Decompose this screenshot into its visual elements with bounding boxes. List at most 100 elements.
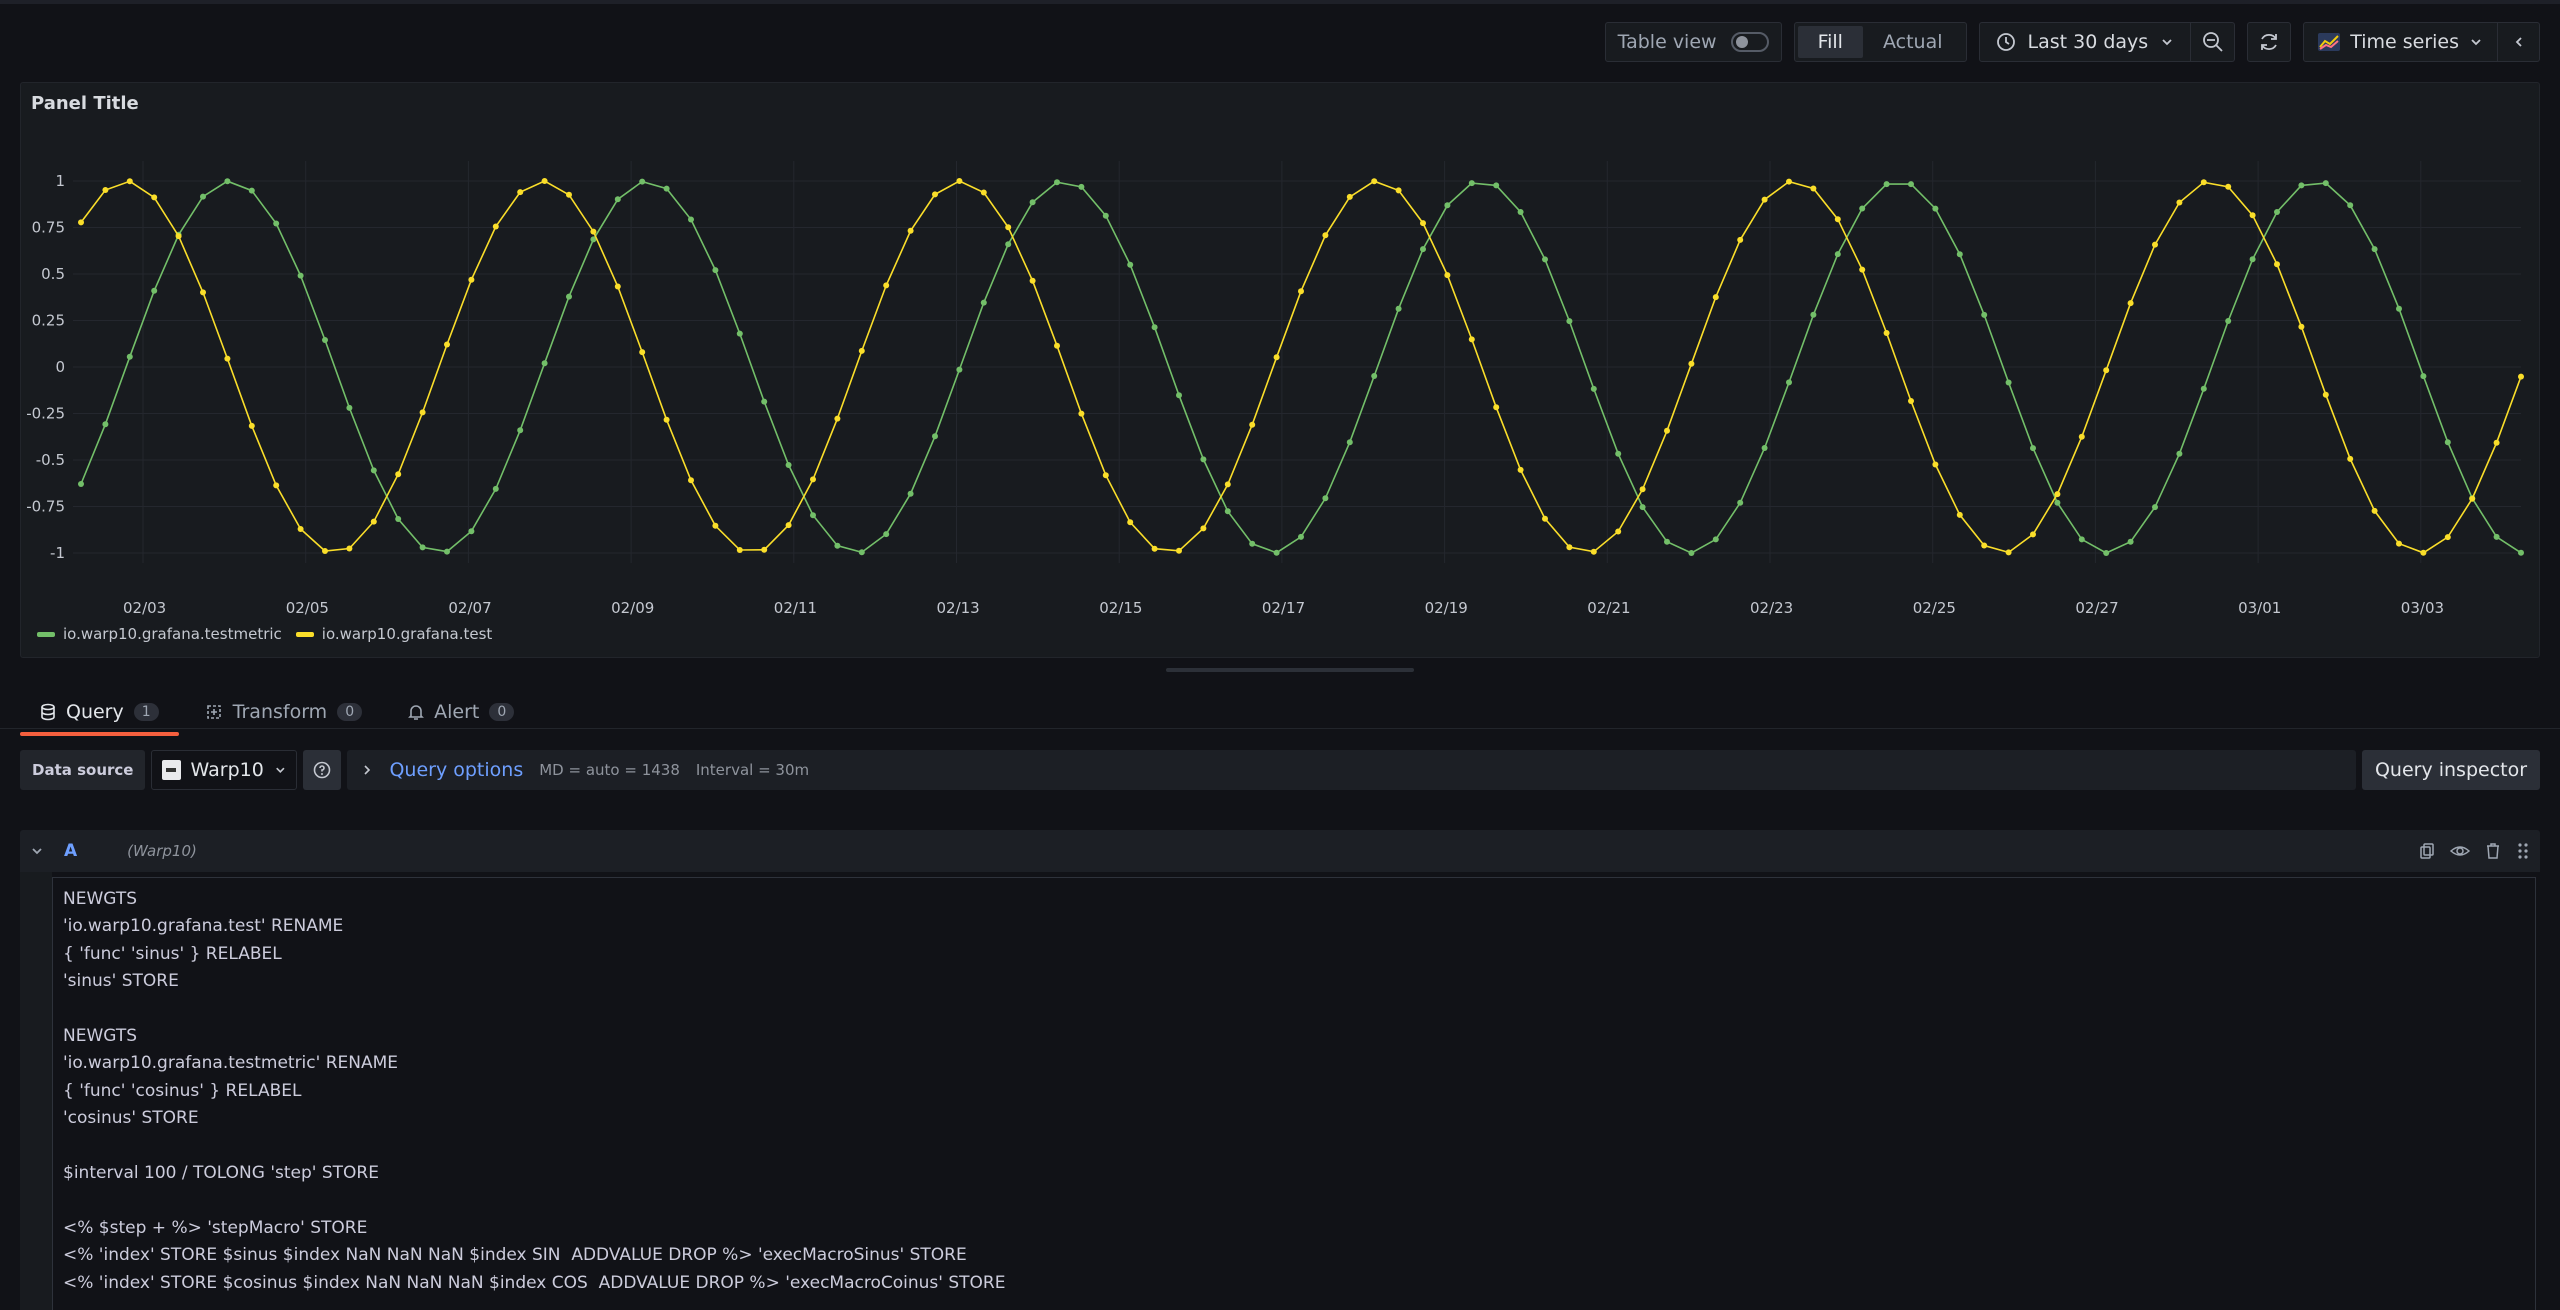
data-point — [1761, 196, 1768, 203]
query-inspector-button[interactable]: Query inspector — [2362, 750, 2540, 790]
eye-icon[interactable] — [2450, 842, 2470, 860]
data-point — [200, 289, 206, 296]
data-point — [444, 341, 450, 348]
x-tick-label: 02/27 — [2075, 599, 2118, 617]
data-point — [346, 545, 353, 552]
tab-alert[interactable]: Alert 0 — [408, 694, 534, 730]
query-options[interactable]: Query options MD = auto = 1438 Interval … — [347, 750, 2356, 790]
legend-item[interactable]: io.warp10.grafana.test — [295, 625, 492, 643]
data-point — [1273, 549, 1280, 556]
datasource-picker[interactable]: Warp10 — [151, 750, 298, 790]
data-point — [1322, 232, 1329, 239]
tab-transform[interactable]: Transform 0 — [205, 694, 382, 730]
query-options-label[interactable]: Query options — [389, 759, 523, 781]
data-point — [151, 287, 158, 294]
collapse-chevron-icon[interactable] — [30, 844, 44, 858]
x-tick-label: 02/03 — [123, 599, 166, 617]
data-point — [1176, 392, 1182, 399]
data-point — [2078, 536, 2085, 543]
data-point — [468, 276, 475, 283]
data-point — [1664, 427, 1670, 434]
data-point — [1078, 410, 1085, 417]
tab-query-label: Query — [66, 701, 124, 723]
data-point — [980, 299, 987, 306]
zoom-out-button[interactable] — [2191, 22, 2236, 62]
data-point — [956, 178, 963, 184]
query-ref-id[interactable]: A — [64, 841, 77, 861]
data-point — [541, 360, 548, 367]
warp10-logo-icon — [162, 760, 181, 780]
fill-option[interactable]: Fill — [1797, 26, 1863, 58]
data-point — [1029, 199, 1036, 206]
legend-item[interactable]: io.warp10.grafana.testmetric — [37, 625, 282, 643]
panel-resize-handle[interactable] — [1166, 668, 1414, 672]
x-tick-label: 02/13 — [937, 599, 980, 617]
data-point — [2420, 549, 2427, 556]
data-point — [1371, 178, 1378, 185]
time-range-picker[interactable]: Last 30 days — [1978, 22, 2192, 62]
data-point — [151, 194, 158, 201]
collapse-options-button[interactable] — [2498, 22, 2540, 62]
data-point — [1834, 216, 1841, 223]
data-point — [444, 548, 450, 555]
data-point — [1590, 385, 1597, 392]
actual-option[interactable]: Actual — [1863, 26, 1963, 58]
data-point — [1420, 220, 1426, 227]
query-editor[interactable]: NEWGTS 'io.warp10.grafana.test' RENAME { '… — [52, 877, 2536, 1310]
time-series-chart[interactable]: 1 0.75 0.5 0.25 0 -0.25 -0.5 -0.75 -1 02/03 02/05 0… — [21, 83, 2541, 623]
data-point — [2078, 433, 2085, 440]
data-point — [639, 349, 646, 356]
chevron-right-icon — [364, 765, 371, 775]
data-point — [1590, 548, 1597, 555]
table-view-toggle[interactable]: Table view — [1604, 22, 1782, 62]
data-point — [78, 219, 84, 226]
tab-alert-count: 0 — [489, 703, 515, 721]
data-point — [1883, 181, 1890, 188]
data-point — [2176, 199, 2183, 206]
query-options-row: Data source Warp10 Query options MD = au… — [20, 750, 2540, 790]
data-point — [663, 185, 670, 192]
code-line: NEWGTS — [63, 1026, 138, 1047]
data-point — [1493, 404, 1500, 411]
data-point — [273, 482, 280, 489]
data-point — [1151, 324, 1158, 331]
toggle-switch[interactable] — [1730, 32, 1769, 52]
code-line: <% 'index' STORE $sinus $index NaN NaN N… — [63, 1245, 967, 1266]
data-point — [102, 421, 109, 428]
visualization-picker[interactable]: Time series — [2303, 22, 2498, 62]
data-point — [810, 476, 816, 483]
code-line: <% 'index' STORE $cosinus $index NaN NaN… — [63, 1272, 1006, 1293]
data-point — [1981, 311, 1988, 318]
tab-query-count: 1 — [133, 703, 159, 721]
data-point — [2005, 379, 2012, 386]
data-point — [2127, 300, 2134, 307]
x-tick-label: 02/21 — [1587, 599, 1630, 617]
data-point — [1371, 373, 1378, 379]
tab-query[interactable]: Query 1 — [20, 694, 179, 736]
tab-transform-count: 0 — [337, 703, 363, 721]
y-tick-label: 0.5 — [41, 265, 65, 283]
data-point — [2274, 209, 2280, 215]
data-point — [2249, 212, 2256, 219]
trash-icon[interactable] — [2484, 842, 2502, 860]
data-point — [1761, 445, 1768, 451]
data-point — [2469, 495, 2476, 502]
data-point — [2493, 439, 2500, 446]
data-point — [736, 330, 743, 337]
data-point — [1395, 187, 1402, 194]
data-point — [492, 485, 499, 492]
legend: io.warp10.grafana.testmetric io.warp10.gr… — [37, 625, 492, 643]
y-tick-label: -0.25 — [26, 405, 65, 423]
drag-handle-icon[interactable] — [2516, 842, 2530, 860]
data-point — [1883, 330, 1890, 336]
data-point — [2054, 491, 2061, 498]
refresh-button[interactable] — [2247, 22, 2292, 62]
data-point — [200, 193, 206, 200]
data-point — [712, 522, 719, 529]
x-tick-label: 02/11 — [774, 599, 817, 617]
data-point — [883, 531, 890, 538]
x-tick-label: 02/05 — [286, 599, 329, 617]
duplicate-icon[interactable] — [2418, 842, 2436, 860]
datasource-help-button[interactable] — [303, 750, 342, 790]
